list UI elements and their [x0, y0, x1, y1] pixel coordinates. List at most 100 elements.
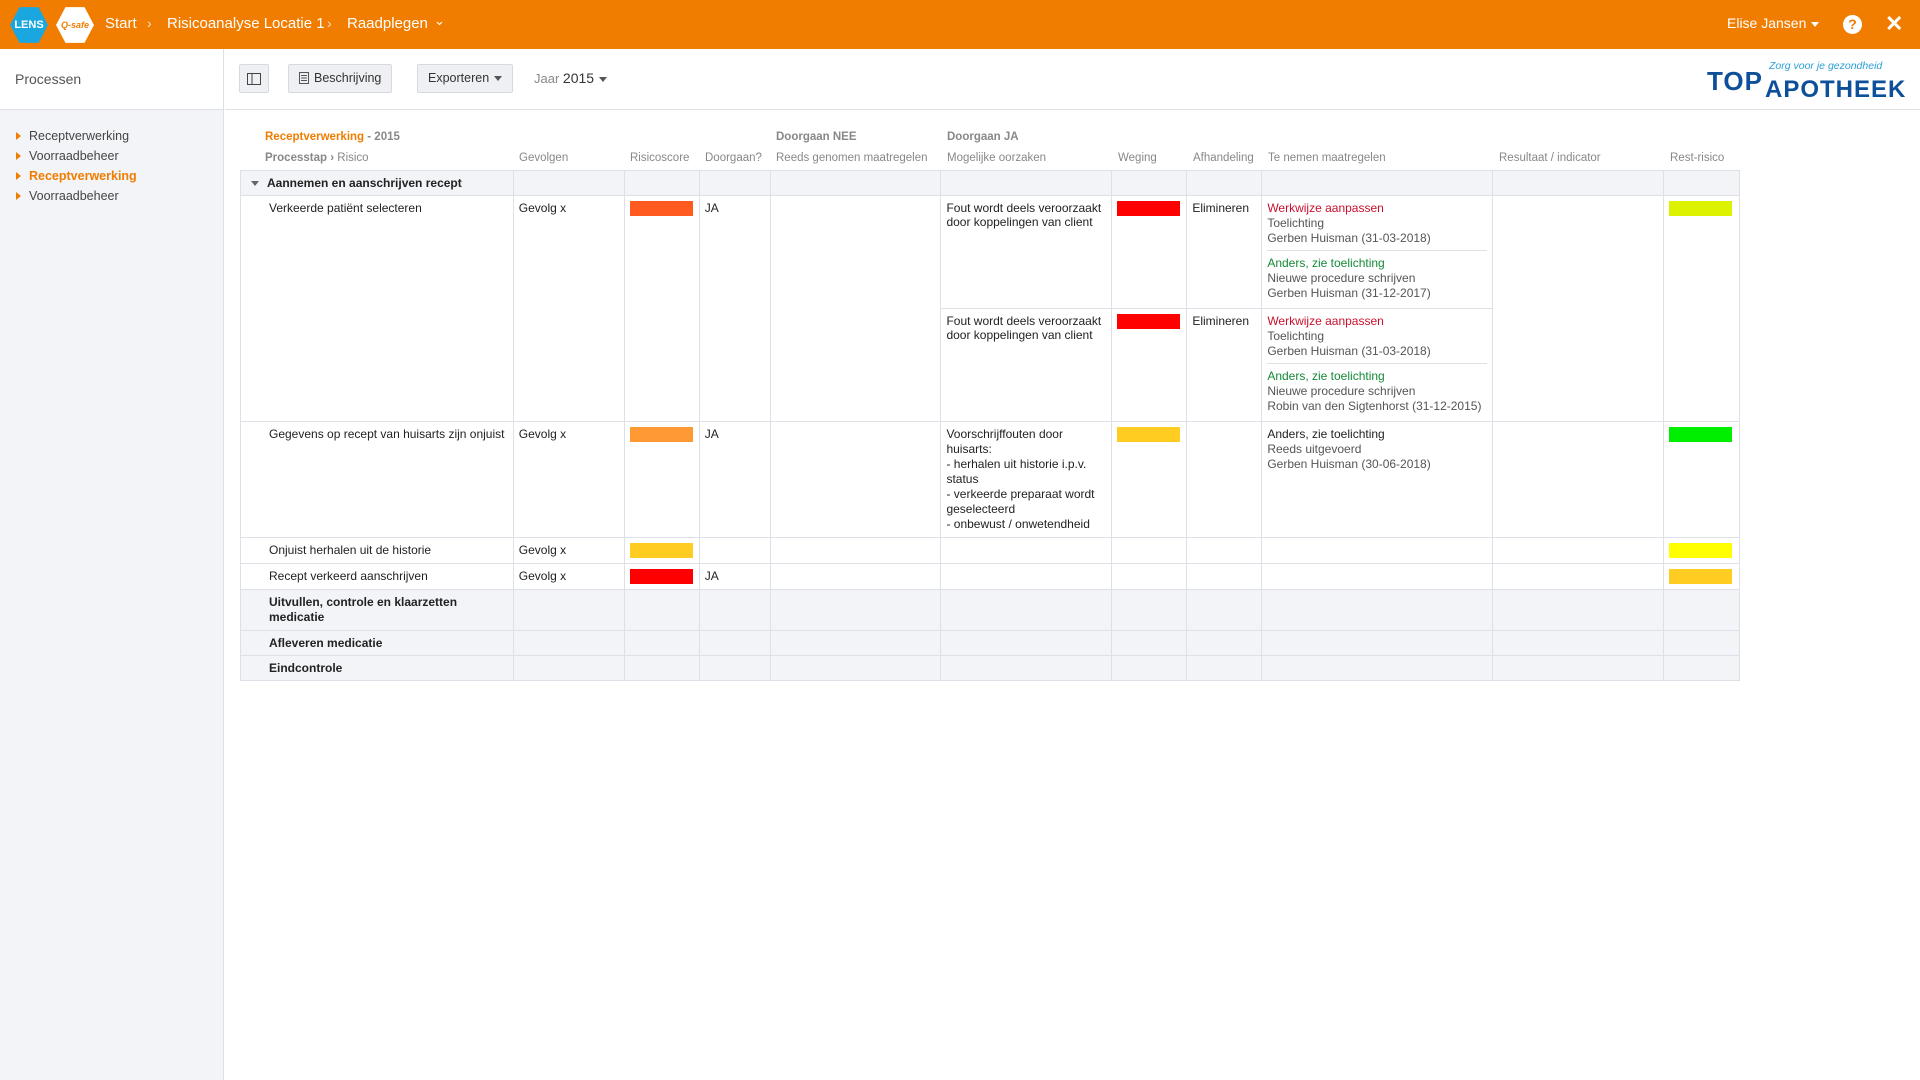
tree-item-voorraadbeheer[interactable]: Voorraadbeheer: [0, 146, 223, 166]
tree-item-receptverwerking[interactable]: Receptverwerking: [0, 126, 223, 146]
logo-slogan: Zorg voor je gezondheid: [1769, 60, 1883, 72]
header-processtap-risico: Processtap › Risico: [265, 152, 369, 164]
top-bar: LENS Q-safe Start › Risicoanalyse Locati…: [0, 0, 1920, 49]
rest-risico-cell: [1662, 537, 1741, 564]
risk-score-swatch: [629, 427, 693, 442]
year-label: Jaar: [534, 71, 560, 86]
process-group-row[interactable]: Aannemen en aanschrijven recept: [240, 170, 1741, 196]
document-icon: [299, 72, 309, 84]
tree-item-receptverwerking-active[interactable]: Receptverwerking: [0, 166, 223, 186]
triangle-right-icon: [16, 132, 21, 140]
year-select[interactable]: Jaar 2015: [534, 70, 608, 86]
breadcrumb-start[interactable]: Start: [105, 15, 137, 32]
lens-logo[interactable]: LENS: [10, 7, 48, 43]
gevolg-cell: Gevolg x: [512, 195, 625, 422]
group-title: Eindcontrole: [240, 655, 514, 681]
risk-table: Aannemen en aanschrijven recept Verkeerd…: [240, 170, 1741, 681]
risico-cell: Recept verkeerd aanschrijven: [240, 563, 514, 590]
beschrijving-button[interactable]: Beschrijving: [288, 64, 393, 93]
weging-cell: [1111, 195, 1188, 309]
close-icon[interactable]: ✕: [1885, 11, 1903, 37]
action-note: Toelichting: [1267, 329, 1325, 343]
table-row[interactable]: Gegevens op recept van huisarts zijn onj…: [240, 421, 1741, 538]
sidebar: Processen Receptverwerking Voorraadbehee…: [0, 49, 224, 1080]
process-group-row[interactable]: Uitvullen, controle en klaarzetten medic…: [240, 589, 1741, 631]
breadcrumb-chevron-icon: ›: [327, 15, 332, 31]
action-item[interactable]: Anders, zie toelichting Nieuwe procedure…: [1267, 250, 1488, 305]
cause-line: - verkeerde preparaat wordt geselecteerd: [946, 487, 1095, 516]
user-name: Elise Jansen: [1727, 15, 1807, 31]
section-title: Receptverwerking - 2015: [265, 131, 400, 143]
logo-apotheek: APOTHEEK: [1765, 76, 1907, 103]
triangle-right-icon: [16, 192, 21, 200]
process-group-row[interactable]: Afleveren medicatie: [240, 630, 1741, 656]
breadcrumb-risicoanalyse[interactable]: Risicoanalyse Locatie 1: [167, 15, 325, 32]
top-apotheek-logo: Zorg voor je gezondheid TOP APOTHEEK: [1707, 60, 1907, 104]
gevolg-cell: Gevolg x: [512, 563, 625, 590]
rest-risk-swatch: [1668, 427, 1732, 442]
doorgaan-cell: JA: [698, 421, 771, 538]
risico-cell: Gegevens op recept van huisarts zijn onj…: [240, 421, 514, 538]
collapse-triangle-icon[interactable]: [251, 181, 259, 187]
qsafe-logo[interactable]: Q-safe: [56, 7, 94, 43]
action-note: Toelichting: [1267, 216, 1325, 230]
weging-cell: [1111, 421, 1188, 538]
cause-line: - onbewust / onwetendheid: [946, 517, 1090, 531]
caret-down-icon: [599, 77, 608, 83]
user-menu[interactable]: Elise Jansen: [1727, 15, 1820, 31]
tree-item-label: Voorraadbeheer: [29, 149, 119, 163]
action-title: Werkwijze aanpassen: [1267, 201, 1384, 215]
sidebar-title: Processen: [0, 49, 223, 110]
toggle-panel-button[interactable]: [239, 64, 269, 93]
actions-cell: Anders, zie toelichting Reeds uitgevoerd…: [1261, 421, 1494, 538]
risicoscore-cell: [623, 563, 700, 590]
action-item[interactable]: Anders, zie toelichting Nieuwe procedure…: [1267, 363, 1488, 418]
table-row[interactable]: Recept verkeerd aanschrijven Gevolg x JA: [240, 563, 1741, 590]
reeds-cell: [769, 195, 942, 422]
tree-item-voorraadbeheer-2[interactable]: Voorraadbeheer: [0, 186, 223, 206]
cause-line: Voorschrijffouten door huisarts:: [946, 427, 1063, 456]
raadplegen-chevron-down-icon[interactable]: ⌄: [434, 13, 445, 29]
process-group-row[interactable]: Eindcontrole: [240, 655, 1741, 681]
gevolg-cell: Gevolg x: [512, 421, 625, 538]
header-mogelijke-oorzaken: Mogelijke oorzaken: [947, 152, 1047, 164]
action-item[interactable]: Werkwijze aanpassen Toelichting Gerben H…: [1262, 196, 1492, 250]
rest-risico-cell: [1662, 195, 1741, 422]
header-risicoscore: Risicoscore: [630, 152, 690, 164]
section-name: Receptverwerking: [265, 131, 365, 143]
afhandeling-cell: Elimineren: [1186, 308, 1263, 422]
group-title: Afleveren medicatie: [240, 630, 514, 656]
tree-item-label: Receptverwerking: [29, 169, 137, 183]
table-row[interactable]: Verkeerde patiënt selecteren Gevolg x JA…: [240, 195, 1741, 422]
help-icon[interactable]: ?: [1843, 15, 1862, 34]
breadcrumb-raadplegen[interactable]: Raadplegen: [347, 15, 428, 32]
exporteren-button[interactable]: Exporteren: [417, 64, 514, 93]
risicoscore-cell: [623, 421, 700, 538]
header-gevolgen: Gevolgen: [519, 152, 569, 164]
doorgaan-cell: JA: [698, 563, 771, 590]
reeds-cell: [769, 421, 942, 538]
doorgaan-cell: JA: [698, 195, 771, 422]
cause-cell: Fout wordt deels veroorzaakt door koppel…: [940, 308, 1113, 422]
action-item[interactable]: Werkwijze aanpassen Toelichting Gerben H…: [1262, 309, 1492, 363]
header-te-nemen-maatregelen: Te nemen maatregelen: [1268, 152, 1386, 164]
group-title: Aannemen en aanschrijven recept: [267, 176, 462, 190]
header-afhandeling: Afhandeling: [1193, 152, 1254, 164]
risk-score-swatch: [629, 201, 693, 216]
header-doorgaan: Doorgaan?: [705, 152, 762, 164]
risicoscore-cell: [623, 195, 700, 422]
qsafe-logo-label: Q-safe: [60, 20, 89, 30]
year-value: 2015: [562, 70, 595, 86]
afhandeling-cell: Elimineren: [1186, 195, 1263, 309]
action-note: Reeds uitgevoerd: [1267, 442, 1362, 456]
breadcrumb-chevron-icon: ›: [147, 15, 152, 31]
table-row[interactable]: Onjuist herhalen uit de historie Gevolg …: [240, 537, 1741, 564]
action-item[interactable]: Anders, zie toelichting Reeds uitgevoerd…: [1262, 422, 1492, 476]
group-title: Uitvullen, controle en klaarzetten medic…: [240, 589, 514, 631]
weging-swatch: [1117, 201, 1181, 216]
action-person: Gerben Huisman (30-06-2018): [1267, 457, 1431, 471]
rest-risk-swatch: [1668, 569, 1732, 584]
action-person: Gerben Huisman (31-03-2018): [1267, 231, 1431, 245]
panel-icon: [247, 73, 261, 85]
process-tree: Receptverwerking Voorraadbeheer Receptve…: [0, 110, 223, 206]
